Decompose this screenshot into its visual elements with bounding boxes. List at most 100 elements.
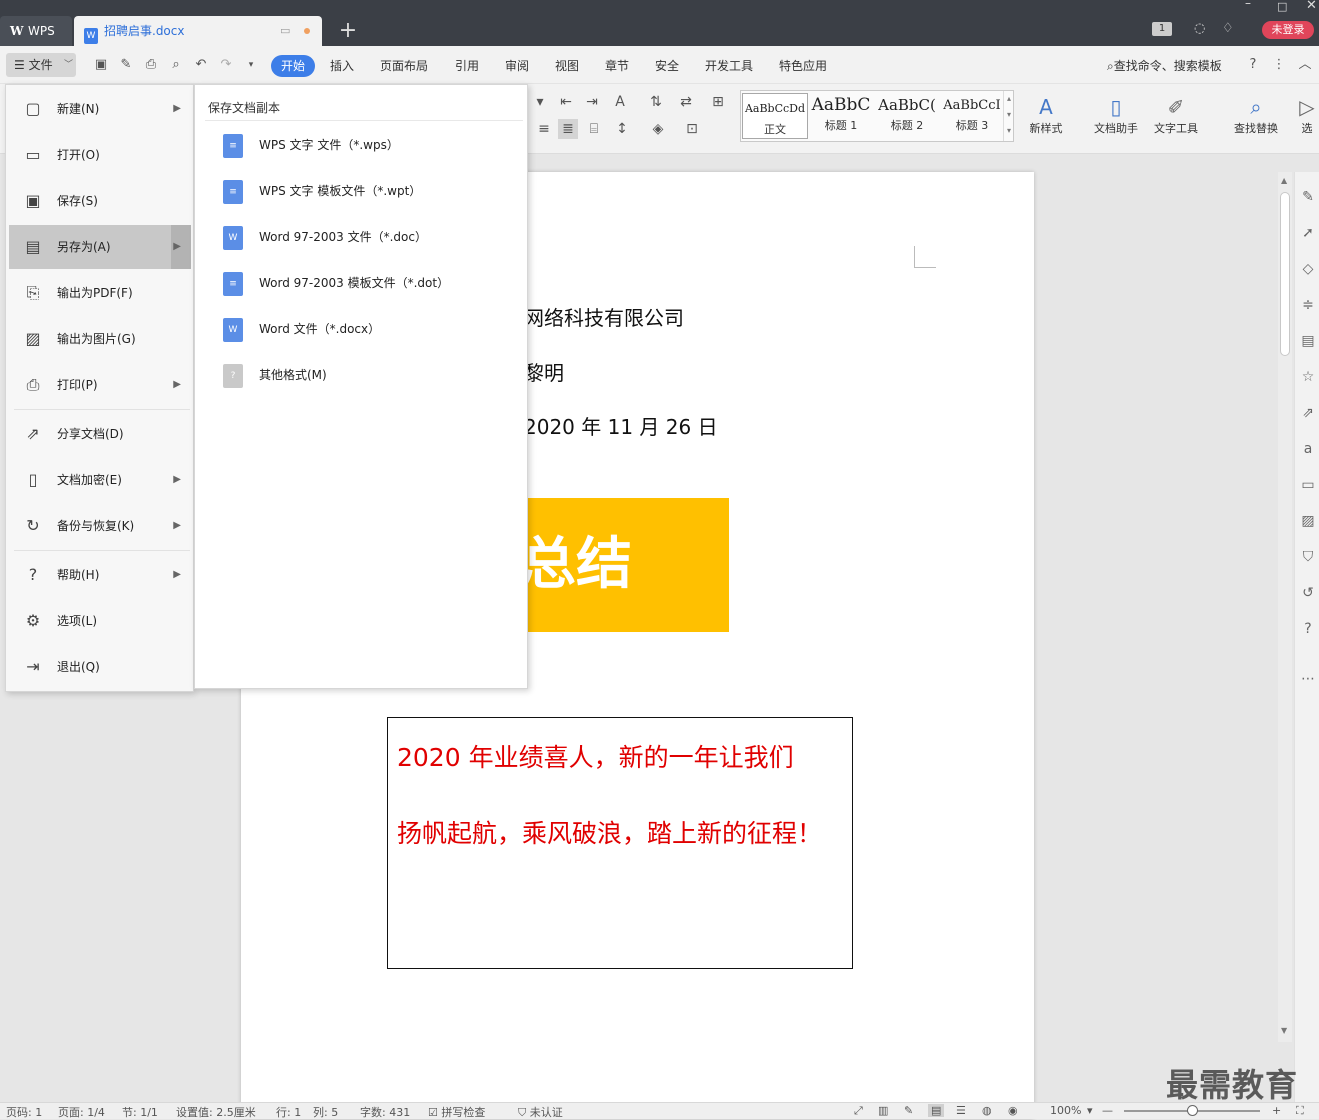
- save-as-wpt[interactable]: ≡ WPS 文字 模板文件（*.wpt）: [223, 176, 421, 206]
- file-menu-export-pdf[interactable]: ⎘ 输出为PDF(F): [9, 271, 191, 315]
- shirt-icon[interactable]: ♢: [1222, 21, 1234, 36]
- banner-title[interactable]: 总结: [522, 498, 729, 632]
- select-button[interactable]: ▷ 选: [1296, 94, 1318, 136]
- search-commands[interactable]: ⌕查找命令、搜索模板: [1107, 56, 1222, 76]
- align-right-icon[interactable]: ≡: [534, 119, 554, 139]
- tab-security[interactable]: 安全: [655, 56, 679, 76]
- doc-helper-button[interactable]: ▯ 文档助手: [1088, 94, 1144, 136]
- fit-window-icon[interactable]: ⛶: [1296, 1104, 1304, 1118]
- status-section[interactable]: 节: 1/1: [122, 1104, 158, 1120]
- style-heading-3[interactable]: AaBbCcI 标题 3: [939, 93, 1005, 139]
- shield-icon[interactable]: ⛉: [1299, 548, 1317, 566]
- status-row[interactable]: 行: 1: [276, 1104, 301, 1120]
- scroll-down-icon[interactable]: ▼: [1281, 1026, 1287, 1035]
- archive-icon[interactable]: ▭: [1299, 476, 1317, 494]
- status-pages[interactable]: 页面: 1/4: [58, 1104, 105, 1120]
- style-heading-1[interactable]: AaBbC 标题 1: [808, 93, 874, 139]
- save-as-docx[interactable]: W Word 文件（*.docx）: [223, 314, 380, 344]
- tab-insert[interactable]: 插入: [330, 56, 354, 76]
- file-menu-export-image[interactable]: ▨ 输出为图片(G): [9, 317, 191, 361]
- decrease-indent-icon[interactable]: ⇤: [556, 92, 576, 112]
- file-menu-print[interactable]: ⎙ 打印(P) ▶: [9, 363, 191, 407]
- pen-icon[interactable]: ✎: [1299, 188, 1317, 206]
- zoom-out-icon[interactable]: —: [1102, 1104, 1113, 1117]
- quick-access-dropdown-icon[interactable]: ▾: [242, 56, 260, 74]
- history-icon[interactable]: ↺: [1299, 584, 1317, 602]
- eye-protect-icon[interactable]: ◉: [1008, 1104, 1018, 1117]
- borders-icon[interactable]: ⊡: [682, 119, 702, 139]
- minimize-icon[interactable]: –: [1245, 0, 1251, 10]
- zoom-dropdown-icon[interactable]: ▾: [1087, 1104, 1093, 1117]
- print-preview-icon[interactable]: ⌕: [167, 56, 185, 74]
- undo-icon[interactable]: ↶: [192, 56, 210, 74]
- show-marks-icon[interactable]: ⇄: [676, 92, 696, 112]
- tab-developer[interactable]: 开发工具: [705, 56, 753, 76]
- new-tab-button[interactable]: +: [336, 16, 360, 46]
- text-box[interactable]: 2020 年业绩喜人，新的一年让我们 扬帆起航，乘风破浪，踏上新的征程！: [387, 717, 853, 969]
- format-painter-icon[interactable]: ✎: [117, 56, 135, 74]
- tab-review[interactable]: 审阅: [505, 56, 529, 76]
- window-pin-icon[interactable]: ▭: [280, 16, 290, 46]
- line-spacing-icon[interactable]: ↕: [612, 119, 632, 139]
- file-menu-open[interactable]: ▭ 打开(O): [9, 133, 191, 177]
- page-view-icon[interactable]: ▤: [928, 1104, 945, 1117]
- help-question-icon[interactable]: ?: [1244, 56, 1262, 74]
- gallery-icon[interactable]: ▤: [1299, 332, 1317, 350]
- login-button[interactable]: 未登录: [1262, 21, 1314, 39]
- file-menu-encrypt[interactable]: ▯ 文档加密(E) ▶: [9, 458, 191, 502]
- save-as-other[interactable]: ? 其他格式(M): [223, 360, 327, 390]
- file-menu-backup[interactable]: ↻ 备份与恢复(K) ▶: [9, 504, 191, 548]
- certification-status[interactable]: ⛉ 未认证: [518, 1104, 563, 1120]
- picture-icon[interactable]: ▨: [1299, 512, 1317, 530]
- cursor-icon[interactable]: ➚: [1299, 224, 1317, 242]
- tab-view[interactable]: 视图: [555, 56, 579, 76]
- document-tab[interactable]: W 招聘启事.docx ▭: [74, 16, 322, 46]
- web-view-icon[interactable]: ◍: [982, 1104, 992, 1117]
- file-menu-help[interactable]: ? 帮助(H) ▶: [9, 553, 191, 597]
- style-heading-2[interactable]: AaBbC( 标题 2: [874, 93, 940, 139]
- sliders-icon[interactable]: ≑: [1299, 296, 1317, 314]
- find-replace-button[interactable]: ⌕ 查找替换: [1226, 94, 1286, 136]
- save-quick-icon[interactable]: ▣: [92, 56, 110, 74]
- save-as-doc[interactable]: W Word 97-2003 文件（*.doc）: [223, 222, 427, 252]
- collapse-ribbon-icon[interactable]: ︿: [1296, 56, 1314, 74]
- close-icon[interactable]: ✕: [1306, 0, 1317, 13]
- more-horizontal-icon[interactable]: ⋯: [1299, 670, 1317, 688]
- file-menu-new[interactable]: ▢ 新建(N) ▶: [9, 87, 191, 131]
- save-as-wps[interactable]: ≡ WPS 文字 文件（*.wps）: [223, 130, 399, 160]
- scrollbar-thumb[interactable]: [1280, 192, 1290, 356]
- tab-chapter[interactable]: 章节: [605, 56, 629, 76]
- maximize-icon[interactable]: □: [1277, 0, 1287, 13]
- bullets-dropdown-icon[interactable]: ▾: [530, 92, 550, 112]
- tab-page-layout[interactable]: 页面布局: [380, 56, 428, 76]
- style-normal[interactable]: AaBbCcDd 正文: [742, 93, 808, 139]
- doc-name-line[interactable]: 黎明: [524, 357, 564, 386]
- star-icon[interactable]: ☆: [1299, 368, 1317, 386]
- shapes-icon[interactable]: ◇: [1299, 260, 1317, 278]
- zoom-level[interactable]: 100%: [1050, 1104, 1081, 1117]
- window-count-badge[interactable]: 1: [1152, 22, 1172, 36]
- tab-special-apps[interactable]: 特色应用: [779, 56, 827, 76]
- reading-mode-icon[interactable]: ▥: [878, 1104, 888, 1117]
- doc-company-line[interactable]: 网络科技有限公司: [524, 302, 684, 331]
- file-menu-save[interactable]: ▣ 保存(S): [9, 179, 191, 223]
- file-menu-share[interactable]: ⇗ 分享文档(D): [9, 412, 191, 456]
- scroll-up-icon[interactable]: ▲: [1281, 176, 1287, 185]
- zoom-slider-handle[interactable]: [1186, 1105, 1198, 1116]
- file-menu-button[interactable]: ☰ 文件 ﹀: [6, 53, 76, 77]
- wps-home-tab[interactable]: W WPS: [0, 16, 72, 46]
- status-column[interactable]: 列: 5: [313, 1104, 338, 1120]
- justify-icon[interactable]: ≣: [558, 119, 578, 139]
- increase-indent-icon[interactable]: ⇥: [582, 92, 602, 112]
- status-word-count[interactable]: 字数: 431: [360, 1104, 410, 1120]
- status-page-number[interactable]: 页码: 1: [6, 1104, 42, 1120]
- text-direction-icon[interactable]: A: [610, 92, 630, 112]
- spell-check-toggle[interactable]: ☑ 拼写检查: [428, 1104, 485, 1120]
- file-menu-options[interactable]: ⚙ 选项(L): [9, 599, 191, 643]
- redo-icon[interactable]: ↷: [217, 56, 235, 74]
- more-vertical-icon[interactable]: ⋮: [1270, 56, 1288, 74]
- help-circle-icon[interactable]: ?: [1299, 620, 1317, 638]
- fullscreen-icon[interactable]: ⤢: [854, 1104, 863, 1118]
- distribute-icon[interactable]: ⌸: [584, 119, 604, 139]
- sort-icon[interactable]: ⇅: [646, 92, 666, 112]
